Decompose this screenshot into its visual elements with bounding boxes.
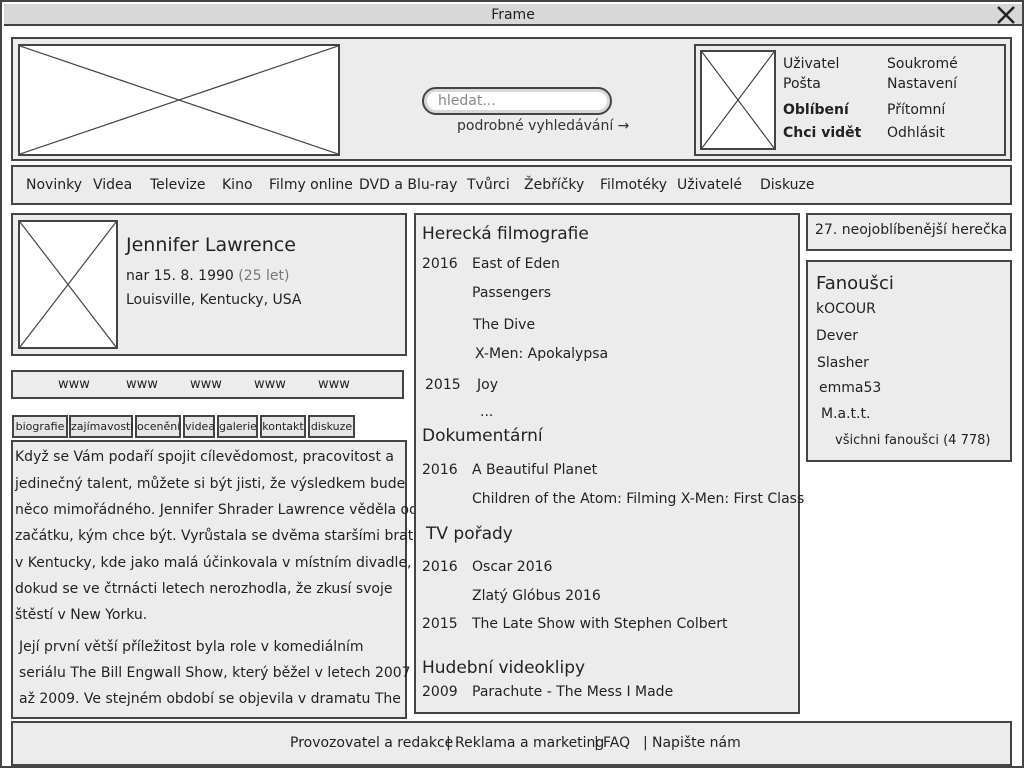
footer-link-operator[interactable]: Provozovatel a redakce (290, 735, 453, 751)
nav-item-users[interactable]: Uživatelé (677, 177, 742, 193)
nav-item-news[interactable]: Novinky (26, 177, 82, 193)
tab-gallery[interactable]: galerie (217, 415, 258, 438)
filmography-tv-heading: TV pořady (426, 524, 513, 544)
more-films-link[interactable]: ... (480, 404, 493, 420)
film-year: 2016 (422, 462, 458, 478)
bio-line: začátku, kým chce být. Vyrůstala se dvěm… (15, 528, 428, 544)
film-title[interactable]: Zlatý Glóbus 2016 (472, 588, 601, 604)
film-title[interactable]: A Beautiful Planet (472, 462, 597, 478)
tab-contact[interactable]: kontakt (260, 415, 306, 438)
bio-line: štěstí v New Yorku. (15, 607, 148, 623)
nav-item-creators[interactable]: Tvůrci (467, 177, 510, 193)
nav-item-cinema[interactable]: Kino (222, 177, 253, 193)
footer-link-faq[interactable]: FAQ (603, 735, 630, 751)
fans-heading: Fanoušci (816, 273, 894, 294)
tab-biography[interactable]: biografie (12, 415, 68, 438)
film-year: 2016 (422, 559, 458, 575)
film-title[interactable]: Joy (477, 377, 498, 393)
film-title[interactable]: Passengers (472, 285, 551, 301)
nav-item-videos[interactable]: Videa (93, 177, 132, 193)
footer-link-advertising[interactable]: Reklama a marketing (455, 735, 604, 751)
film-year: 2016 (422, 256, 458, 272)
www-link[interactable]: www (318, 377, 350, 392)
close-icon[interactable] (996, 5, 1016, 25)
window-title: Frame (491, 7, 535, 23)
fan-link[interactable]: emma53 (819, 380, 881, 396)
fan-link[interactable]: Slasher (817, 355, 869, 371)
nav-item-tv[interactable]: Televize (150, 177, 205, 193)
www-link[interactable]: www (190, 377, 222, 392)
fan-link[interactable]: M.a.t.t. (821, 406, 870, 422)
advanced-search-link[interactable]: podrobné vyhledávání → (457, 118, 629, 134)
age: (25 let) (238, 268, 290, 284)
footer-separator: | (446, 735, 451, 751)
nav-item-charts[interactable]: Žebříčky (524, 177, 584, 193)
profile-birth: nar 15. 8. 1990 (25 let) (126, 268, 289, 284)
bio-line: seriálu The Bill Engwall Show, který běž… (19, 665, 411, 681)
fan-link[interactable]: kOCOUR (816, 301, 876, 317)
all-fans-link[interactable]: všichni fanoušci (4 778) (835, 433, 990, 448)
film-title[interactable]: X-Men: Apokalypsa (475, 346, 608, 362)
tab-trivia[interactable]: zajímavosti (69, 415, 133, 438)
user-menu-watchlist[interactable]: Chci vidět (783, 125, 861, 141)
user-menu-settings[interactable]: Nastavení (887, 76, 957, 92)
bio-line: Když se Vám podaří spojit cílevědomost, … (15, 449, 394, 465)
birth-place: Louisville, Kentucky, USA (126, 292, 302, 308)
search-input[interactable]: hledat... (422, 87, 612, 115)
footer-separator: | (594, 735, 599, 751)
user-menu-user[interactable]: Uživatel (783, 56, 839, 72)
filmography-acting-heading: Herecká filmografie (422, 224, 589, 244)
film-title[interactable]: The Dive (473, 317, 535, 333)
nav-item-discussion[interactable]: Diskuze (760, 177, 814, 193)
birth-date: nar 15. 8. 1990 (126, 268, 234, 284)
nav-item-dvd[interactable]: DVD a Blu-ray (359, 177, 457, 193)
www-link[interactable]: www (254, 377, 286, 392)
user-menu-private[interactable]: Soukromé (887, 56, 958, 72)
user-menu-present[interactable]: Přítomní (887, 102, 945, 118)
user-menu-logout[interactable]: Odhlásit (887, 125, 945, 141)
profile-photo[interactable] (18, 220, 118, 349)
filmography-music-heading: Hudební videoklipy (422, 658, 586, 678)
tab-discussion[interactable]: diskuze (308, 415, 355, 438)
window-titlebar: Frame (4, 4, 1022, 26)
footer-separator: | (643, 735, 648, 751)
film-title[interactable]: Oscar 2016 (472, 559, 552, 575)
film-year: 2009 (422, 684, 458, 700)
user-avatar[interactable] (700, 50, 776, 150)
film-title[interactable]: The Late Show with Stephen Colbert (472, 616, 727, 632)
bio-line: Její první větší příležitost byla role v… (19, 639, 364, 655)
fan-link[interactable]: Dever (816, 328, 858, 344)
popularity-rank: 27. neojoblíbenější herečka (815, 222, 1008, 238)
user-menu-favorites[interactable]: Oblíbení (783, 102, 849, 118)
bio-line: jedinečný talent, můžete si být jisti, ž… (15, 476, 406, 492)
www-link[interactable]: www (126, 377, 158, 392)
profile-name: Jennifer Lawrence (126, 234, 296, 256)
bio-line: až 2009. Ve stejném období se objevila v… (19, 691, 401, 707)
bio-line: dokud se ve čtrnácti letech nerozhodla, … (15, 581, 393, 597)
film-title[interactable]: Children of the Atom: Filming X-Men: Fir… (472, 491, 804, 507)
user-menu-mail[interactable]: Pošta (783, 76, 821, 92)
tab-videos[interactable]: videa (183, 415, 215, 438)
film-title[interactable]: East of Eden (472, 256, 560, 272)
tab-awards[interactable]: ocenění (135, 415, 181, 438)
film-year: 2015 (422, 616, 458, 632)
nav-item-films-online[interactable]: Filmy online (269, 177, 353, 193)
nav-item-filmlists[interactable]: Filmotéky (600, 177, 667, 193)
footer-link-contact[interactable]: Napište nám (652, 735, 741, 751)
filmography-documentary-heading: Dokumentární (422, 426, 543, 446)
bio-line: něco mimořádného. Jennifer Shrader Lawre… (15, 502, 418, 518)
logo-placeholder[interactable] (18, 44, 340, 156)
film-year: 2015 (425, 377, 461, 393)
film-title[interactable]: Parachute - The Mess I Made (472, 684, 673, 700)
bio-line: v Kentucky, kde jako malá účinkovala v m… (15, 555, 412, 571)
www-link[interactable]: www (58, 377, 90, 392)
